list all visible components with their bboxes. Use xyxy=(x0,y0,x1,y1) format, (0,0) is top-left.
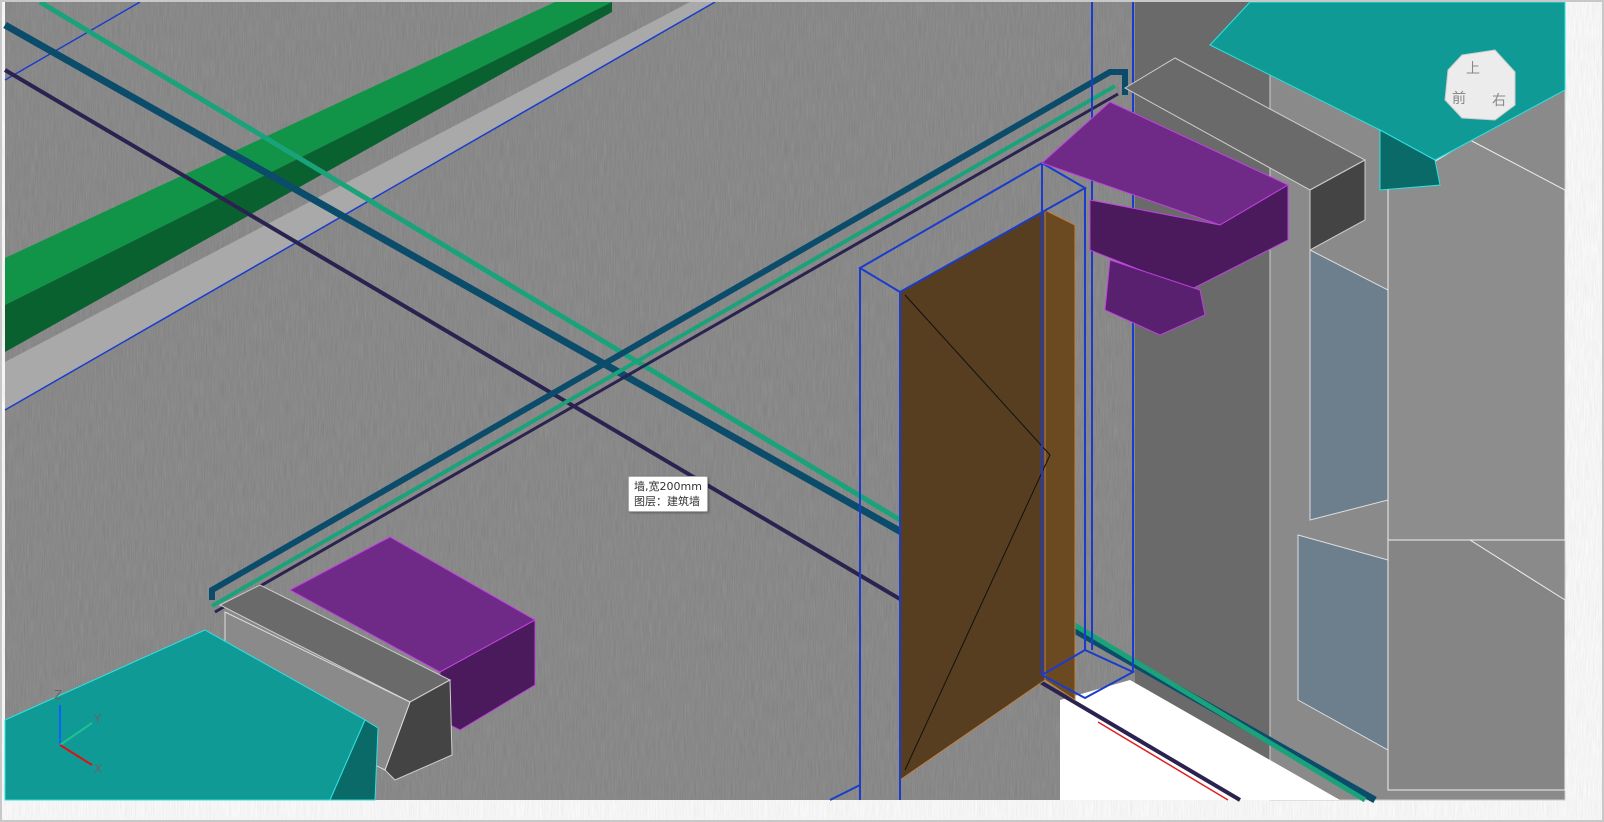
door-leaf[interactable] xyxy=(899,209,1046,781)
3d-viewport[interactable]: 上 前 右 Z Y X 墙,宽200mm 图层：建筑墙 xyxy=(0,0,1604,822)
view-cube-top-label[interactable]: 上 xyxy=(1466,58,1480,78)
tooltip-wall-width: 墙,宽200mm xyxy=(634,480,702,493)
model-scene[interactable] xyxy=(0,0,1604,822)
hover-tooltip: 墙,宽200mm 图层：建筑墙 xyxy=(628,476,708,512)
axis-x-label: X xyxy=(94,762,103,776)
axis-z-label: Z xyxy=(54,688,63,702)
window-glass[interactable] xyxy=(1309,249,1389,521)
view-cube-right-label[interactable]: 右 xyxy=(1492,90,1506,110)
view-cube-front-label[interactable]: 前 xyxy=(1452,88,1466,108)
tooltip-layer: 图层：建筑墙 xyxy=(634,495,700,508)
wall-block xyxy=(1387,139,1566,541)
axis-y-label: Y xyxy=(94,712,102,726)
